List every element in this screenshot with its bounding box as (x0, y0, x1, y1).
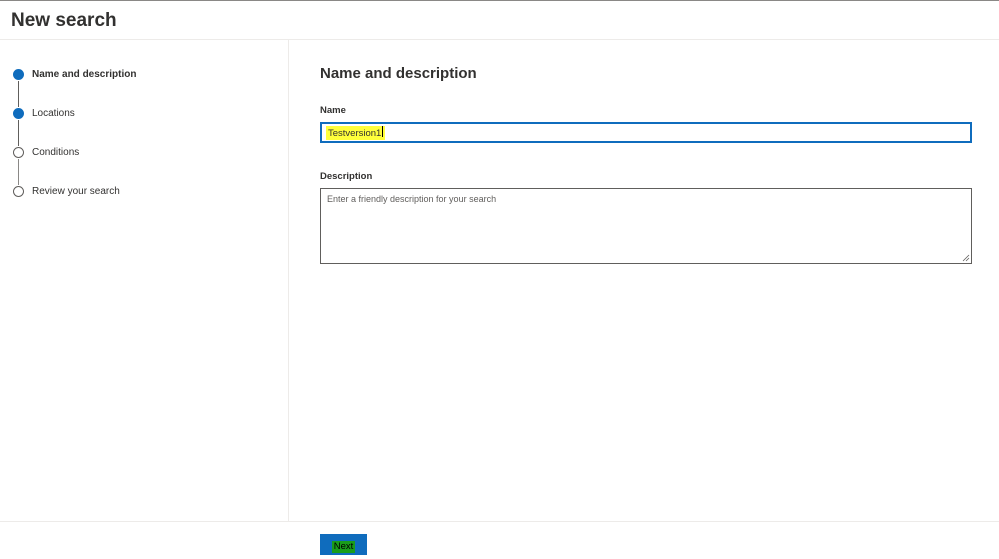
name-input-text: Testversion1 (328, 128, 382, 139)
step-connector (18, 120, 19, 146)
description-placeholder: Enter a friendly description for your se… (327, 194, 497, 204)
text-cursor (382, 126, 384, 137)
step-pending-icon (13, 147, 24, 158)
resize-handle-icon[interactable] (962, 254, 970, 262)
new-search-wizard: New search Name and description Location… (0, 0, 999, 559)
step-current-icon (13, 69, 24, 80)
step-label: Name and description (32, 69, 137, 80)
name-field-label: Name (320, 105, 346, 116)
page-title: New search (11, 10, 117, 31)
name-input[interactable]: Testversion1 (320, 122, 972, 143)
step-completed-icon (13, 108, 24, 119)
section-title: Name and description (320, 65, 477, 82)
step-label: Conditions (32, 147, 80, 158)
description-textarea[interactable]: Enter a friendly description for your se… (320, 188, 972, 264)
wizard-steps-pane: Name and description Locations Condition… (0, 40, 289, 521)
step-connector (18, 159, 19, 185)
page-header: New search (0, 1, 999, 40)
description-field-label: Description (320, 171, 373, 182)
next-button[interactable]: Next (320, 534, 367, 555)
step-connector (18, 81, 19, 107)
wizard-footer: Next (0, 521, 999, 559)
step-pending-icon (13, 186, 24, 197)
step-label: Locations (32, 108, 75, 119)
step-label: Review your search (32, 186, 120, 197)
next-button-label: Next (331, 540, 356, 553)
name-input-value: Testversion1 (326, 126, 386, 140)
